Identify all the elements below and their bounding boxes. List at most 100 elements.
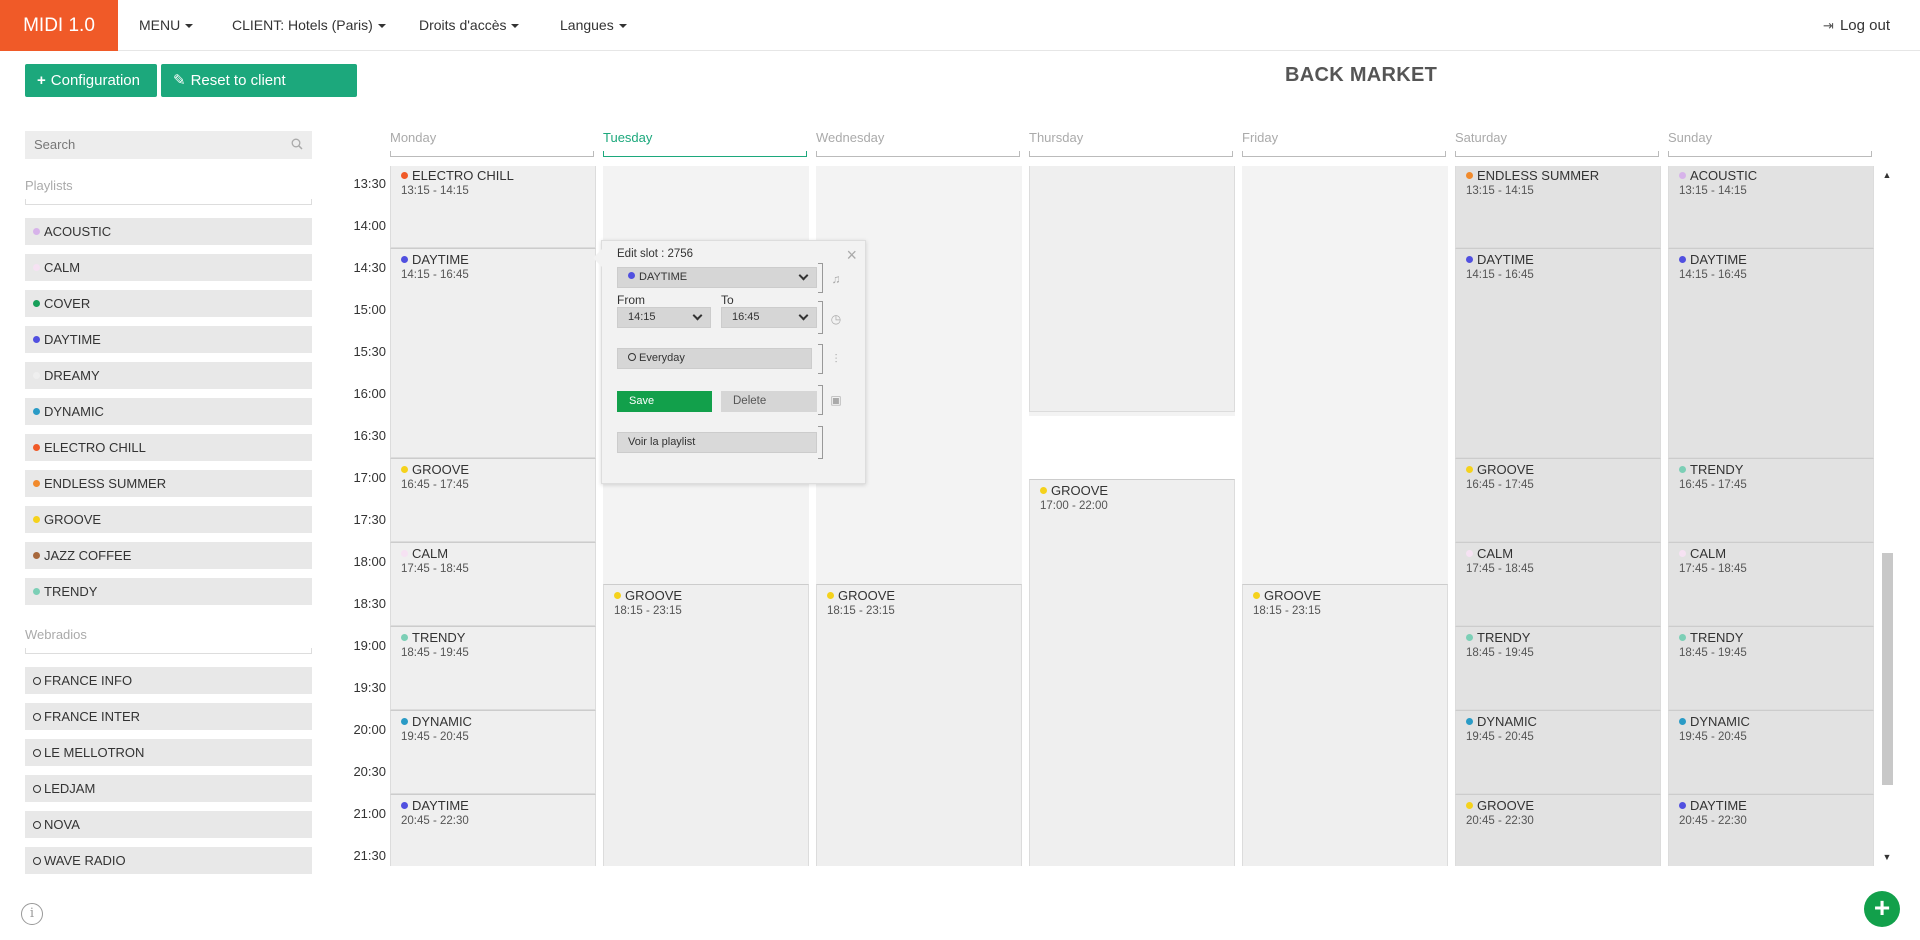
- calendar-slot[interactable]: DAYTIME 14:15 - 16:45: [1455, 248, 1661, 458]
- add-slot-button[interactable]: +: [1864, 891, 1900, 927]
- calendar-slot[interactable]: GROOVE 18:15 - 23:15: [1242, 584, 1448, 866]
- calendar-slot[interactable]: ENDLESS SUMMER 13:15 - 14:15: [1455, 166, 1661, 248]
- playlist-item[interactable]: ELECTRO CHILL: [25, 434, 312, 461]
- scroll-down-arrow[interactable]: ▼: [1881, 852, 1893, 862]
- calendar-slot[interactable]: GROOVE 17:00 - 22:00: [1029, 479, 1235, 866]
- day-header-tuesday[interactable]: Tuesday: [603, 130, 807, 157]
- playlist-item[interactable]: COVER: [25, 290, 312, 317]
- delete-button[interactable]: Delete: [721, 391, 817, 412]
- slot-title: TRENDY: [1679, 630, 1863, 646]
- color-dot-icon: [401, 550, 408, 557]
- slot-name: GROOVE: [1477, 462, 1535, 477]
- calendar-gap[interactable]: [1029, 416, 1235, 479]
- slot-name: GROOVE: [625, 588, 683, 603]
- webradio-label: NOVA: [44, 817, 80, 832]
- calendar-slot[interactable]: TRENDY 18:45 - 19:45: [1668, 626, 1874, 710]
- day-header-thursday[interactable]: Thursday: [1029, 130, 1233, 157]
- view-playlist-button[interactable]: Voir la playlist: [617, 432, 817, 453]
- calendar-slot[interactable]: TRENDY 18:45 - 19:45: [1455, 626, 1661, 710]
- slot-title: DYNAMIC: [1466, 714, 1650, 730]
- to-time-value: 16:45: [732, 311, 760, 323]
- day-header-friday[interactable]: Friday: [1242, 130, 1446, 157]
- calendar-empty-block[interactable]: [1029, 166, 1235, 412]
- color-dot-icon: [1466, 550, 1473, 557]
- slot-title: DYNAMIC: [401, 714, 585, 730]
- chevron-down-icon: [798, 270, 809, 281]
- calendar-slot[interactable]: GROOVE 16:45 - 17:45: [390, 458, 596, 542]
- webradio-item[interactable]: FRANCE INTER: [25, 703, 312, 730]
- time-label: 17:30: [353, 512, 386, 527]
- logout-link[interactable]: ⇥ Log out: [1823, 0, 1890, 51]
- calendar-slot[interactable]: TRENDY 18:45 - 19:45: [390, 626, 596, 710]
- info-icon[interactable]: i: [21, 903, 43, 925]
- playlist-item[interactable]: JAZZ COFFEE: [25, 542, 312, 569]
- scroll-up-arrow[interactable]: ▲: [1881, 170, 1893, 180]
- popup-title: Edit slot : 2756: [617, 248, 694, 260]
- calendar-slot[interactable]: GROOVE 18:15 - 23:15: [816, 584, 1022, 866]
- slot-time: 19:45 - 20:45: [1466, 731, 1534, 743]
- from-time-select[interactable]: 14:15: [617, 307, 711, 328]
- save-button[interactable]: Save: [617, 391, 712, 412]
- playlist-item[interactable]: GROOVE: [25, 506, 312, 533]
- webradio-item[interactable]: FRANCE INFO: [25, 667, 312, 694]
- day-header-sunday[interactable]: Sunday: [1668, 130, 1872, 157]
- webradio-item[interactable]: NOVA: [25, 811, 312, 838]
- playlist-label: DAYTIME: [44, 332, 101, 347]
- calendar-slot[interactable]: DYNAMIC 19:45 - 20:45: [1668, 710, 1874, 794]
- calendar-slot[interactable]: DAYTIME 14:15 - 16:45: [1668, 248, 1874, 458]
- to-time-select[interactable]: 16:45: [721, 307, 817, 328]
- close-icon[interactable]: ×: [846, 246, 857, 264]
- floppy-disk-icon: ▣: [830, 393, 842, 407]
- menu-dropdown[interactable]: MENU: [139, 0, 194, 51]
- webradio-item[interactable]: LE MELLOTRON: [25, 739, 312, 766]
- playlist-item[interactable]: TRENDY: [25, 578, 312, 605]
- playlist-item[interactable]: ACOUSTIC: [25, 218, 312, 245]
- playlist-item[interactable]: ENDLESS SUMMER: [25, 470, 312, 497]
- calendar-slot[interactable]: DAYTIME 20:45 - 22:30: [1668, 794, 1874, 866]
- slot-time: 20:45 - 22:30: [401, 815, 469, 827]
- calendar-slot[interactable]: DAYTIME 14:15 - 16:45: [390, 248, 596, 458]
- repeat-select[interactable]: Everyday: [617, 348, 812, 369]
- color-dot-icon: [1466, 718, 1473, 725]
- scrollbar-thumb[interactable]: [1882, 553, 1893, 785]
- playlist-item[interactable]: DREAMY: [25, 362, 312, 389]
- playlist-item[interactable]: CALM: [25, 254, 312, 281]
- color-dot-icon: [1466, 172, 1473, 179]
- calendar-slot[interactable]: GROOVE 20:45 - 22:30: [1455, 794, 1661, 866]
- configuration-button[interactable]: + Configuration: [25, 64, 157, 97]
- calendar-slot[interactable]: DYNAMIC 19:45 - 20:45: [390, 710, 596, 794]
- playlist-item[interactable]: DAYTIME: [25, 326, 312, 353]
- color-dot-icon: [33, 264, 40, 271]
- day-header-saturday[interactable]: Saturday: [1455, 130, 1659, 157]
- webradio-item[interactable]: WAVE RADIO: [25, 847, 312, 874]
- brand-logo[interactable]: MIDI 1.0: [0, 0, 118, 51]
- slot-time: 20:45 - 22:30: [1679, 815, 1747, 827]
- calendar-slot[interactable]: GROOVE 16:45 - 17:45: [1455, 458, 1661, 542]
- slot-time: 14:15 - 16:45: [1679, 269, 1747, 281]
- calendar-slot[interactable]: ACOUSTIC 13:15 - 14:15: [1668, 166, 1874, 248]
- day-header-monday[interactable]: Monday: [390, 130, 594, 157]
- playlist-select[interactable]: DAYTIME: [617, 267, 817, 288]
- calendar-slot[interactable]: CALM 17:45 - 18:45: [390, 542, 596, 626]
- calendar-slot[interactable]: GROOVE 18:15 - 23:15: [603, 584, 809, 866]
- day-header-wednesday[interactable]: Wednesday: [816, 130, 1020, 157]
- calendar-slot[interactable]: DYNAMIC 19:45 - 20:45: [1455, 710, 1661, 794]
- slot-time: 20:45 - 22:30: [1466, 815, 1534, 827]
- calendar-slot[interactable]: CALM 17:45 - 18:45: [1455, 542, 1661, 626]
- slot-title: DAYTIME: [1679, 252, 1863, 268]
- search-input[interactable]: Search: [25, 131, 312, 159]
- caret-down-icon: [618, 24, 627, 29]
- color-dot-icon: [1466, 634, 1473, 641]
- calendar-slot[interactable]: DAYTIME 20:45 - 22:30: [390, 794, 596, 866]
- access-rights-dropdown[interactable]: Droits d'accès: [419, 0, 520, 51]
- playlist-item[interactable]: DYNAMIC: [25, 398, 312, 425]
- client-dropdown[interactable]: CLIENT: Hotels (Paris): [232, 0, 386, 51]
- languages-dropdown[interactable]: Langues: [560, 0, 627, 51]
- calendar-slot[interactable]: ELECTRO CHILL 13:15 - 14:15: [390, 166, 596, 248]
- webradio-item[interactable]: LEDJAM: [25, 775, 312, 802]
- radio-circle-icon: [33, 857, 41, 865]
- reset-calendar-button[interactable]: ✎ Reset to client calendar: [161, 64, 357, 122]
- calendar-slot[interactable]: TRENDY 16:45 - 17:45: [1668, 458, 1874, 542]
- slot-time: 18:15 - 23:15: [1253, 605, 1321, 617]
- calendar-slot[interactable]: CALM 17:45 - 18:45: [1668, 542, 1874, 626]
